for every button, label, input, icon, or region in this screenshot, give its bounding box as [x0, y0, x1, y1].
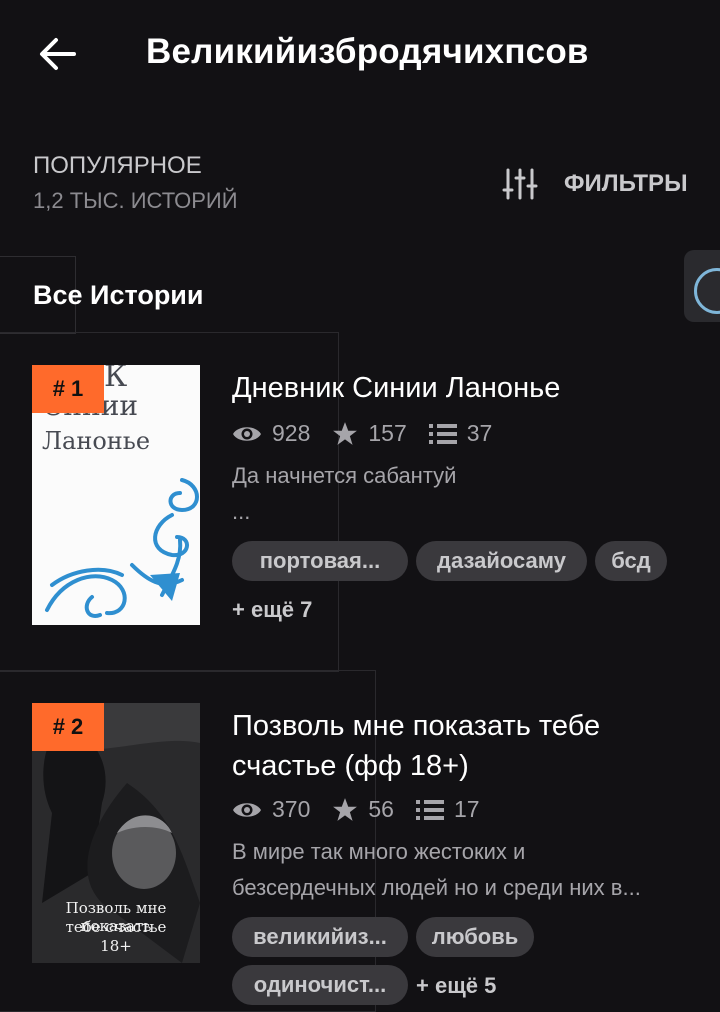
page-title: Великийизбродячихпсов — [146, 32, 589, 71]
story-title[interactable]: Позволь мне показать тебе — [232, 706, 692, 746]
tag-chip[interactable]: одиночист... — [232, 965, 408, 1005]
tab-all-stories[interactable]: Все Истории — [33, 280, 204, 311]
eye-icon — [233, 426, 261, 441]
rank-badge: # 1 — [32, 365, 104, 413]
cover-text: 18+ — [100, 937, 132, 955]
reads-stat: 928 — [232, 420, 310, 447]
story-description: Да начнется сабантуй — [232, 463, 457, 488]
arrow-left-icon — [40, 38, 76, 70]
rank-badge: # 2 — [32, 703, 104, 751]
top-bar: Великийизбродячихпсов — [0, 0, 720, 108]
more-tags-link[interactable]: + ещё 5 — [416, 973, 496, 999]
story-title-line2[interactable]: счастье (фф 18+) — [232, 746, 692, 786]
list-icon — [415, 799, 444, 820]
votes-count: 157 — [368, 420, 407, 446]
story-title[interactable]: Дневник Синии Ланонье — [232, 368, 692, 408]
story-description-more: ... — [232, 499, 251, 524]
story-description: В мире так много жестоких и — [232, 839, 526, 864]
section-label: ПОПУЛЯРНОЕ — [33, 152, 202, 179]
eye-icon — [233, 802, 261, 817]
cover-text: тебе счастье — [65, 918, 167, 936]
back-button[interactable] — [36, 32, 80, 76]
reads-count: 928 — [272, 420, 311, 446]
parts-count: 17 — [453, 796, 480, 822]
filters-label: ФИЛЬТРЫ — [564, 170, 688, 197]
parts-stat: 37 — [428, 420, 493, 447]
tag-chip[interactable]: любовь — [416, 917, 534, 957]
parts-stat: 17 — [415, 796, 480, 823]
clock-icon — [694, 268, 720, 314]
tag-chip[interactable]: великийиз... — [232, 917, 408, 957]
story-count: 1,2 ТЫС. ИСТОРИЙ — [33, 188, 238, 213]
tag-chip[interactable]: бсд — [595, 541, 667, 581]
story-description-line2: безсердечных людей но и среди них в... — [232, 875, 641, 900]
more-tags-link[interactable]: + ещё 7 — [232, 597, 312, 623]
story-stats: 928 157 37 — [232, 420, 514, 447]
list-icon — [428, 423, 457, 444]
votes-stat: 157 — [332, 420, 407, 447]
parts-count: 37 — [466, 420, 493, 446]
votes-stat: 56 — [332, 796, 394, 823]
tag-chip[interactable]: портовая... — [232, 541, 408, 581]
star-icon — [333, 797, 358, 821]
reads-count: 370 — [272, 796, 311, 822]
story-stats: 370 56 17 — [232, 796, 502, 823]
filters-button[interactable]: ФИЛЬТРЫ — [502, 164, 688, 204]
votes-count: 56 — [368, 796, 394, 822]
sliders-icon — [502, 168, 538, 200]
star-icon — [333, 421, 358, 445]
reads-stat: 370 — [232, 796, 310, 823]
side-floating-thumb[interactable] — [684, 250, 720, 322]
tag-chip[interactable]: дазайосаму — [416, 541, 587, 581]
